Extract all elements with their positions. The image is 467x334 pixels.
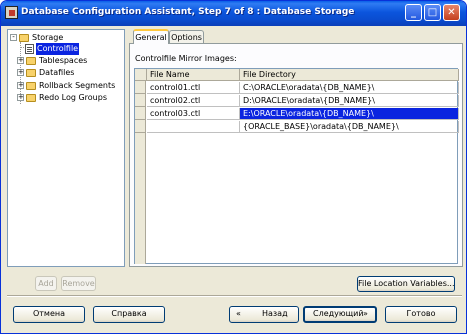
- table-cell-file-directory[interactable]: C:\ORACLE\oradata\{DB_NAME}\: [240, 82, 459, 94]
- expand-icon[interactable]: +: [17, 69, 24, 76]
- row-header[interactable]: [135, 81, 146, 94]
- row-header[interactable]: [135, 107, 146, 120]
- separator: [7, 295, 462, 297]
- table-cell-file-directory[interactable]: {ORACLE_BASE}\oradata\{DB_NAME}\: [240, 121, 459, 133]
- row-header-filler: [135, 133, 146, 264]
- expand-icon[interactable]: +: [17, 57, 24, 64]
- add-button[interactable]: Add: [35, 276, 57, 291]
- close-button[interactable]: ✕: [443, 4, 460, 21]
- panel-label: Controlfile Mirror Images:: [135, 54, 237, 63]
- app-icon: [5, 6, 18, 19]
- folder-icon: [26, 82, 36, 90]
- next-arrow-icon: »: [363, 309, 368, 318]
- tree-node-redo-log-groups[interactable]: + Redo Log Groups: [8, 92, 124, 104]
- collapse-icon[interactable]: -: [10, 34, 17, 41]
- expand-icon[interactable]: +: [17, 94, 24, 101]
- tree-node-tablespaces[interactable]: + Tablespaces: [8, 55, 118, 67]
- row-header[interactable]: [135, 94, 146, 107]
- help-button[interactable]: Справка: [93, 306, 165, 323]
- document-icon: [25, 44, 34, 54]
- window-title: Database Configuration Assistant, Step 7…: [21, 7, 355, 17]
- next-button-label: Следующий: [313, 309, 364, 318]
- table-cell-file-directory[interactable]: D:\ORACLE\oradata\{DB_NAME}\: [240, 95, 459, 107]
- folder-icon: [26, 57, 36, 65]
- tree-label: Tablespaces: [39, 56, 88, 65]
- finish-button[interactable]: Готово: [385, 306, 457, 323]
- next-button[interactable]: Следующий »: [303, 306, 377, 323]
- tree-node-controlfile[interactable]: Controlfile: [8, 43, 118, 55]
- tab-options[interactable]: Options: [169, 30, 204, 44]
- tab-container: General Options Controlfile Mirror Image…: [129, 29, 463, 267]
- corner-header: [135, 69, 147, 81]
- tree-node-rollback-segments[interactable]: + Rollback Segments: [8, 80, 124, 92]
- file-location-variables-button[interactable]: File Location Variables...: [357, 276, 455, 292]
- maximize-button[interactable]: □: [424, 4, 441, 21]
- minimize-button[interactable]: _: [405, 4, 422, 21]
- tree-label: Rollback Segments: [39, 81, 116, 90]
- dialog-window: Database Configuration Assistant, Step 7…: [0, 0, 467, 334]
- storage-tree[interactable]: - Storage Controlfile + Tablespaces + Da…: [7, 29, 125, 267]
- title-bar[interactable]: Database Configuration Assistant, Step 7…: [1, 1, 466, 26]
- tree-label: Datafiles: [39, 68, 75, 77]
- folder-open-icon: [19, 34, 29, 42]
- table-cell-file-name[interactable]: control02.ctl: [147, 95, 240, 107]
- back-arrow-icon: «: [236, 309, 241, 318]
- general-panel: Controlfile Mirror Images: File Name Fil…: [129, 43, 463, 267]
- cancel-button[interactable]: Отмена: [13, 306, 85, 323]
- table-cell-file-name[interactable]: control03.ctl: [147, 108, 240, 120]
- folder-icon: [26, 69, 36, 77]
- remove-button[interactable]: Remove: [61, 276, 96, 291]
- table-cell-file-directory-selected[interactable]: E:\ORACLE\oradata\{DB_NAME}\: [240, 108, 459, 120]
- folder-icon: [26, 94, 36, 102]
- tree-label: Controlfile: [36, 43, 80, 55]
- tab-general[interactable]: General: [133, 29, 169, 44]
- controlfile-table[interactable]: File Name File Directory control01.ctl C…: [134, 68, 459, 264]
- column-header-file-directory[interactable]: File Directory: [240, 69, 459, 81]
- back-button[interactable]: « Назад: [229, 306, 299, 323]
- row-header[interactable]: [135, 120, 146, 133]
- tree-node-datafiles[interactable]: + Datafiles: [8, 67, 118, 79]
- tree-label: Redo Log Groups: [39, 93, 107, 102]
- table-cell-file-name[interactable]: control01.ctl: [147, 82, 240, 94]
- table-cell-file-name[interactable]: [147, 121, 240, 133]
- column-header-file-name[interactable]: File Name: [147, 69, 240, 81]
- expand-icon[interactable]: +: [17, 82, 24, 89]
- back-button-label: Назад: [262, 309, 288, 318]
